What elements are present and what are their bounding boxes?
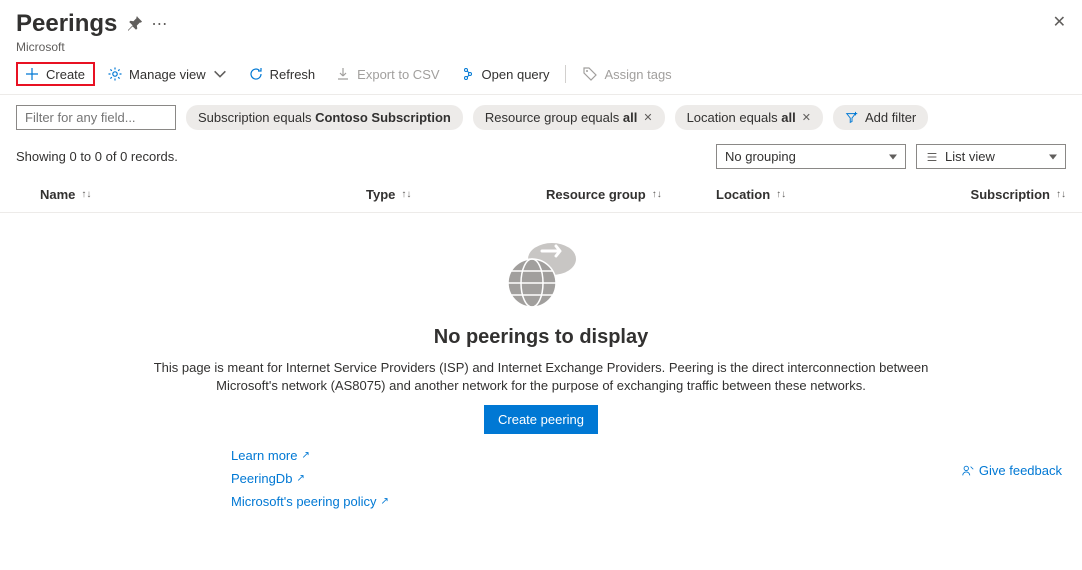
empty-links: Learn more ↗ PeeringDb ↗ Microsoft's pee…	[231, 448, 851, 517]
learn-more-link[interactable]: Learn more ↗	[231, 448, 310, 463]
more-icon[interactable]: ⋯	[151, 14, 168, 34]
add-filter-icon	[845, 111, 859, 125]
export-csv-button: Export to CSV	[327, 62, 447, 86]
pin-icon[interactable]	[127, 15, 143, 34]
tag-icon	[582, 66, 598, 82]
external-link-icon: ↗	[301, 450, 309, 461]
column-type[interactable]: Type↑↓	[366, 187, 546, 202]
refresh-button[interactable]: Refresh	[240, 62, 324, 86]
page-title: Peerings	[16, 10, 117, 38]
table-header: Name↑↓ Type↑↓ Resource group↑↓ Location↑…	[0, 177, 1082, 213]
empty-title: No peerings to display	[16, 326, 1066, 349]
peering-policy-link[interactable]: Microsoft's peering policy ↗	[231, 494, 389, 509]
filters-row: Subscription equals Contoso Subscription…	[0, 95, 1082, 140]
grouping-dropdown[interactable]: No grouping	[716, 144, 906, 169]
download-icon	[335, 66, 351, 82]
chevron-down-icon	[212, 66, 228, 82]
column-resource-group[interactable]: Resource group↑↓	[546, 187, 716, 202]
close-icon[interactable]: ✕	[643, 111, 652, 124]
peeringdb-link[interactable]: PeeringDb ↗	[231, 471, 305, 486]
column-subscription[interactable]: Subscription↑↓	[886, 187, 1066, 202]
empty-description: This page is meant for Internet Service …	[131, 359, 951, 395]
close-icon[interactable]: ✕	[1053, 12, 1066, 32]
feedback-icon	[961, 464, 975, 478]
records-count: Showing 0 to 0 of 0 records.	[16, 149, 178, 164]
open-query-button[interactable]: Open query	[452, 62, 558, 86]
filter-pill-resource-group[interactable]: Resource group equals all ✕	[473, 105, 665, 130]
manage-view-button[interactable]: Manage view	[99, 62, 236, 86]
empty-globe-icon	[496, 233, 586, 313]
sort-icon: ↑↓	[776, 189, 786, 200]
give-feedback-link[interactable]: Give feedback	[961, 463, 1062, 478]
create-button[interactable]: Create	[16, 62, 95, 86]
list-icon	[925, 150, 939, 164]
query-icon	[460, 66, 476, 82]
filter-input[interactable]	[16, 105, 176, 130]
status-row: Showing 0 to 0 of 0 records. No grouping…	[0, 140, 1082, 177]
sort-icon: ↑↓	[652, 189, 662, 200]
view-dropdown[interactable]: List view	[916, 144, 1066, 169]
add-filter-button[interactable]: Add filter	[833, 105, 928, 130]
page-header: Peerings ⋯ Microsoft ✕	[0, 0, 1082, 58]
external-link-icon: ↗	[381, 496, 389, 507]
page-subtitle: Microsoft	[16, 40, 1066, 54]
sort-icon: ↑↓	[1056, 189, 1066, 200]
external-link-icon: ↗	[296, 473, 304, 484]
column-name[interactable]: Name↑↓	[16, 187, 366, 202]
assign-tags-button: Assign tags	[574, 62, 679, 86]
filter-pill-subscription[interactable]: Subscription equals Contoso Subscription	[186, 105, 463, 130]
toolbar-separator	[565, 65, 566, 83]
column-location[interactable]: Location↑↓	[716, 187, 886, 202]
sort-icon: ↑↓	[81, 189, 91, 200]
filter-pill-location[interactable]: Location equals all ✕	[675, 105, 823, 130]
create-peering-button[interactable]: Create peering	[484, 405, 598, 434]
close-icon[interactable]: ✕	[802, 111, 811, 124]
gear-icon	[107, 66, 123, 82]
toolbar: Create Manage view Refresh Export to CSV…	[0, 58, 1082, 95]
plus-icon	[24, 66, 40, 82]
empty-state: No peerings to display This page is mean…	[0, 213, 1082, 527]
sort-icon: ↑↓	[401, 189, 411, 200]
refresh-icon	[248, 66, 264, 82]
